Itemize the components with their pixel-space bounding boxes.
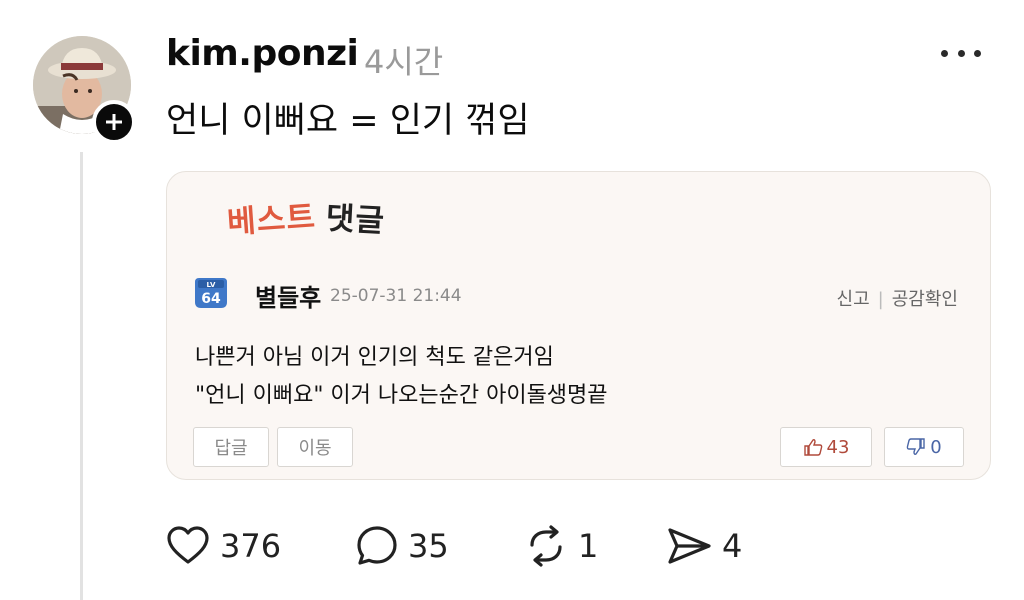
- thumbs-down-icon: [906, 438, 925, 455]
- dot-icon: [974, 49, 981, 57]
- dot-icon: [957, 49, 965, 57]
- best-comment-banner: 베스트 댓글: [226, 194, 386, 242]
- like-count: 376: [220, 527, 282, 565]
- share-count: 4: [722, 527, 743, 565]
- send-icon: [668, 528, 711, 564]
- banner-red-text: 베스트: [226, 198, 317, 242]
- comment-line-1: 나쁜거 아님 이거 인기의 척도 같은거임: [195, 345, 554, 370]
- comment-line-2: "언니 이뻐요" 이거 나오는순간 아이돌생명끝: [195, 383, 608, 408]
- repost-button[interactable]: 1: [524, 523, 598, 569]
- thread-line: [80, 152, 83, 600]
- banner-black-text: 댓글: [324, 200, 386, 240]
- follow-button[interactable]: [92, 100, 136, 144]
- sympathy-check-link: 공감확인: [891, 289, 958, 310]
- comment-count: 35: [408, 527, 449, 565]
- repost-icon: [530, 525, 562, 567]
- report-links: 신고 | 공감확인: [836, 289, 958, 310]
- comment-date: 25-07-31 21:44: [330, 286, 462, 306]
- share-button[interactable]: 4: [666, 523, 742, 569]
- thumbs-up-icon: [803, 439, 822, 456]
- move-button: 이동: [277, 427, 353, 467]
- level-number: 64: [201, 291, 221, 307]
- level-badge-icon: LV 64: [195, 278, 227, 308]
- svg-text:LV: LV: [207, 281, 216, 289]
- repost-count: 1: [578, 527, 599, 565]
- heart-icon: [167, 526, 209, 564]
- comment-button[interactable]: 35: [356, 523, 449, 569]
- comment-icon: [357, 526, 397, 565]
- comment-dislike-button: 0: [884, 427, 964, 467]
- comment-author: 별들후: [255, 284, 322, 312]
- username[interactable]: kim.ponzi: [166, 33, 359, 74]
- comment-dislike-count: 0: [930, 436, 942, 458]
- post-text: 언니 이뻐요 = 인기 꺾임: [166, 101, 530, 141]
- plus-icon: [106, 114, 122, 130]
- like-button[interactable]: 376: [166, 523, 281, 569]
- post-time: 4시간: [364, 43, 444, 81]
- report-link: 신고: [836, 289, 870, 310]
- post-image[interactable]: 베스트 댓글 LV 64 별들후 25-07-31 21:44 신고 | 공감확인 나…: [166, 171, 991, 480]
- reply-button: 답글: [193, 427, 269, 467]
- comment-like-count: 43: [826, 436, 850, 458]
- comment-like-button: 43: [780, 427, 872, 467]
- dot-icon: [941, 49, 948, 57]
- more-options-button[interactable]: [941, 42, 981, 64]
